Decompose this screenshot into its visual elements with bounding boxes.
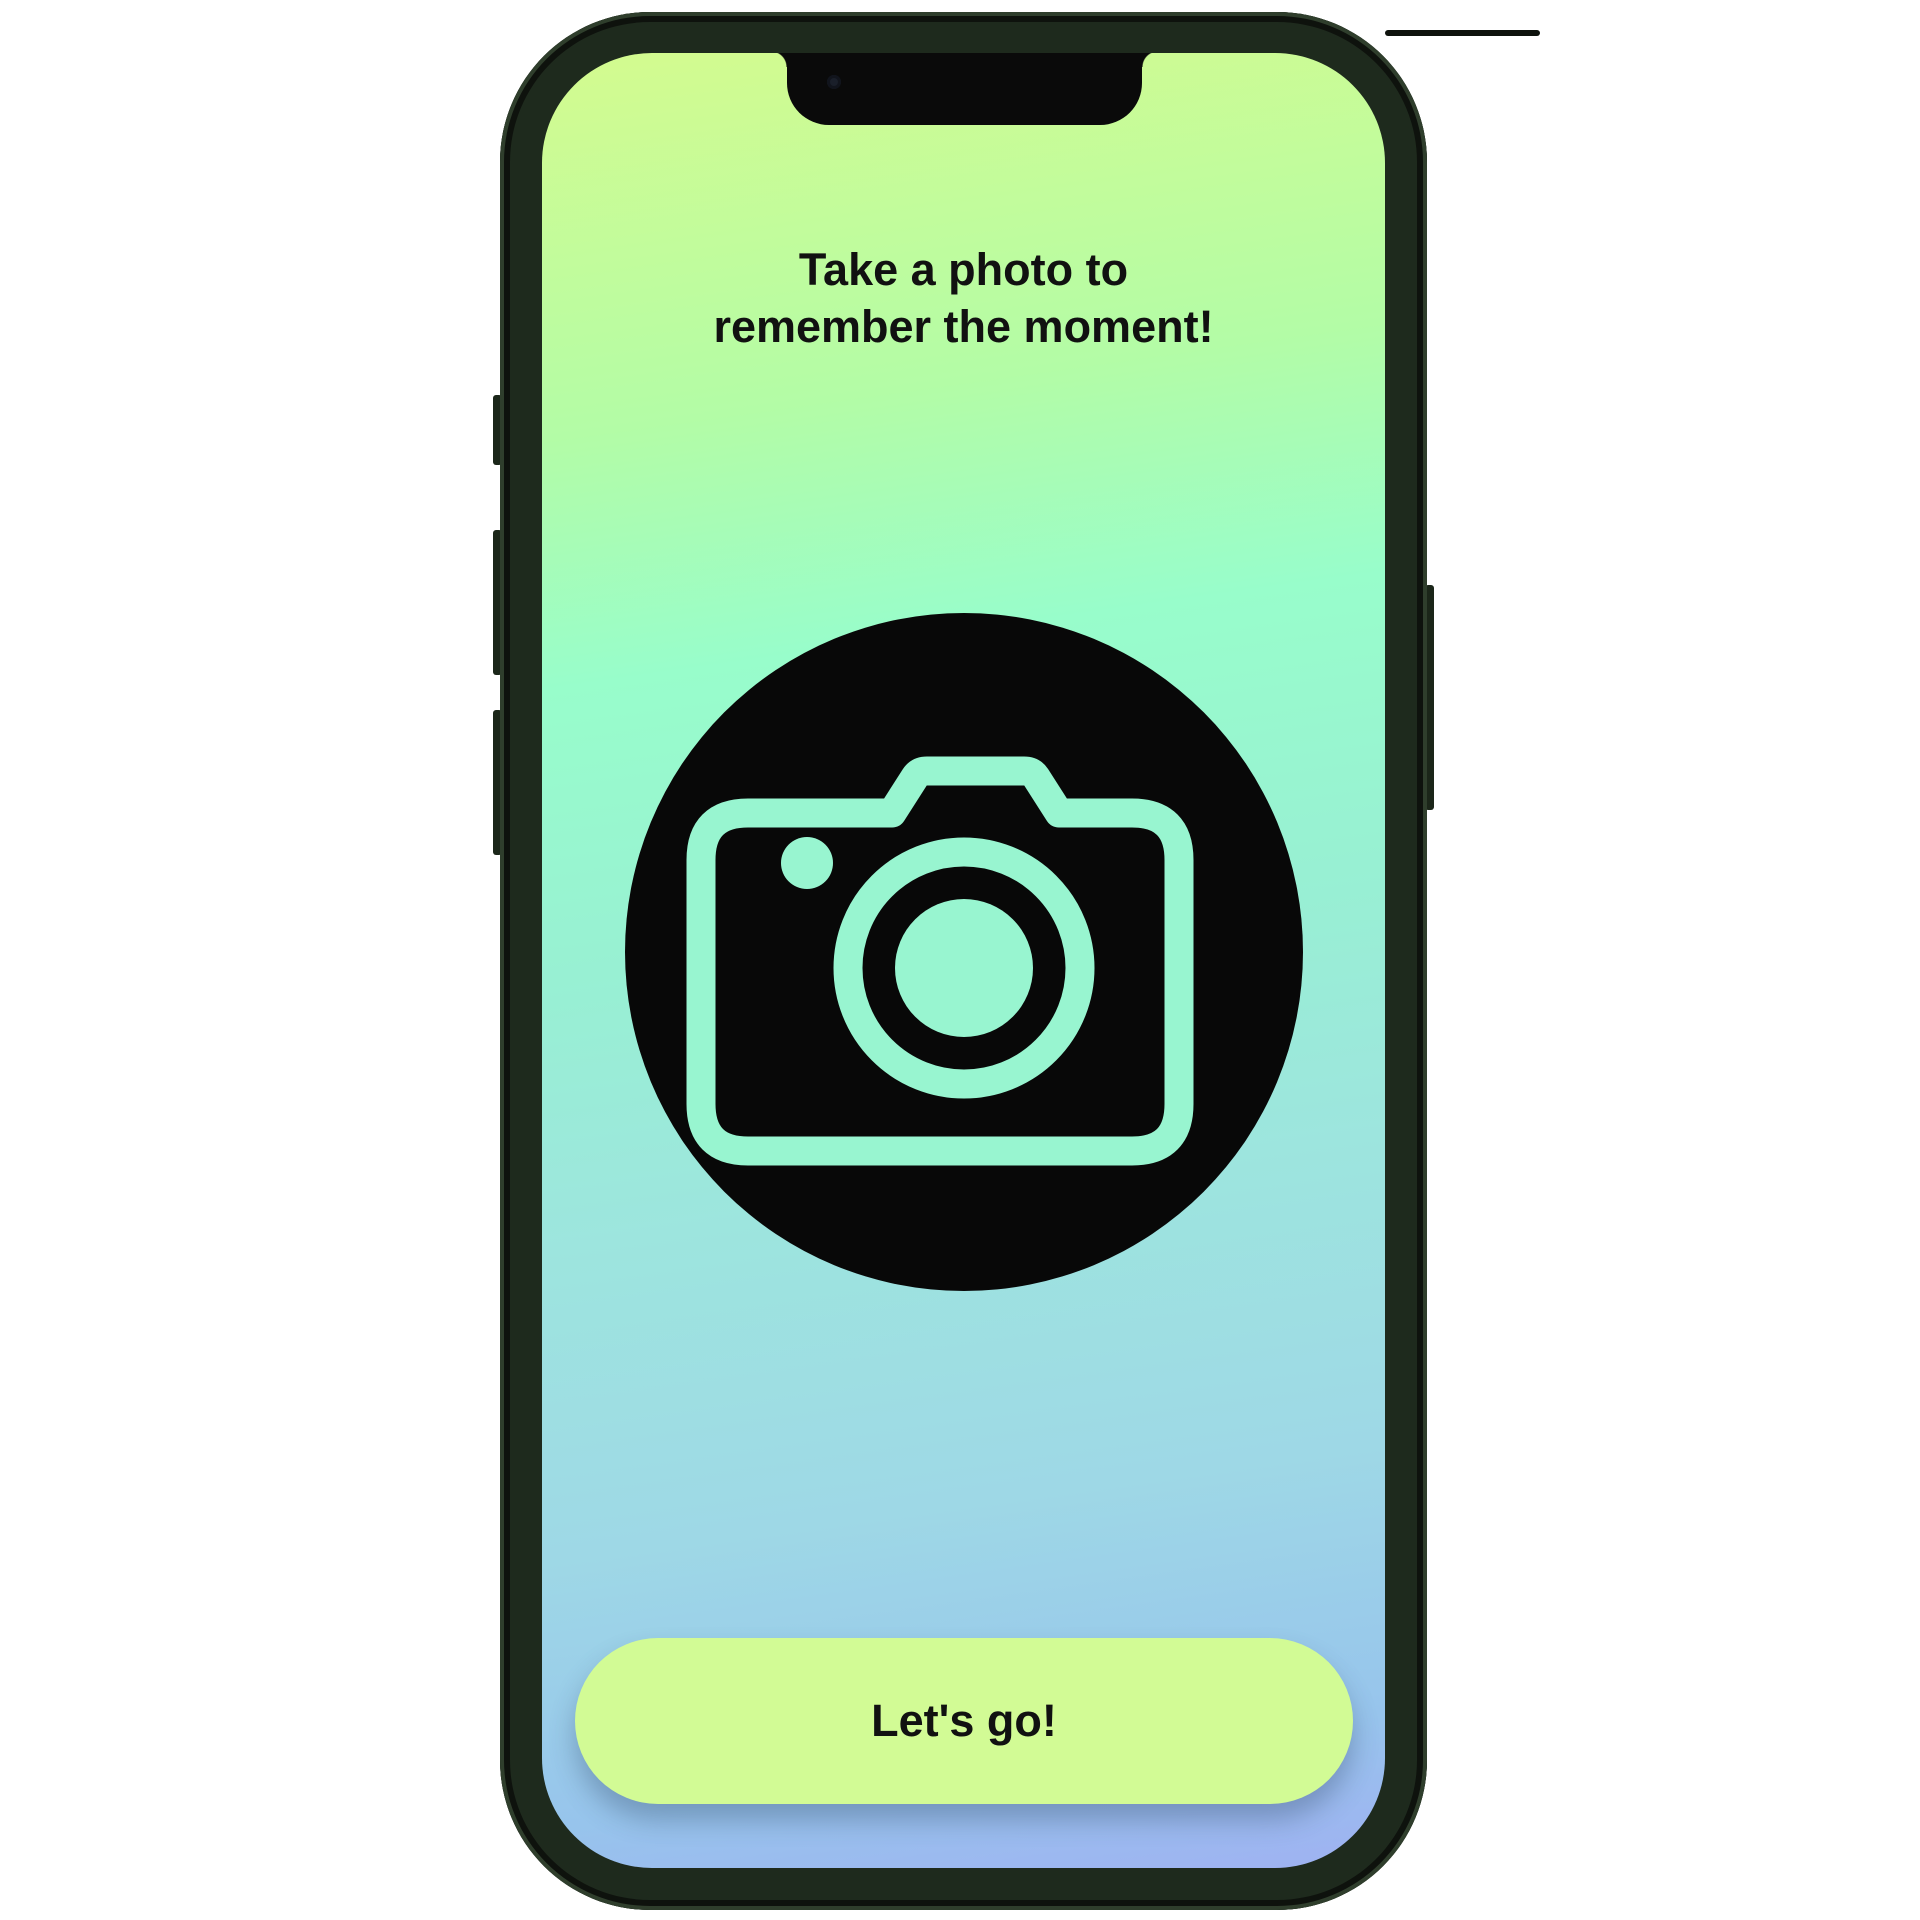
phone-screen: Take a photo to remember the moment! Let…	[542, 53, 1385, 1868]
front-camera-icon	[827, 75, 841, 89]
speaker-grille	[1385, 30, 1540, 36]
camera-illustration	[625, 613, 1303, 1291]
notch	[771, 53, 1158, 125]
page-title: Take a photo to remember the moment!	[542, 241, 1385, 355]
headline-line-1: Take a photo to	[798, 244, 1129, 295]
camera-icon	[686, 756, 1194, 1166]
lets-go-button[interactable]: Let's go!	[575, 1638, 1353, 1804]
headline-line-2: remember the moment!	[713, 301, 1214, 352]
